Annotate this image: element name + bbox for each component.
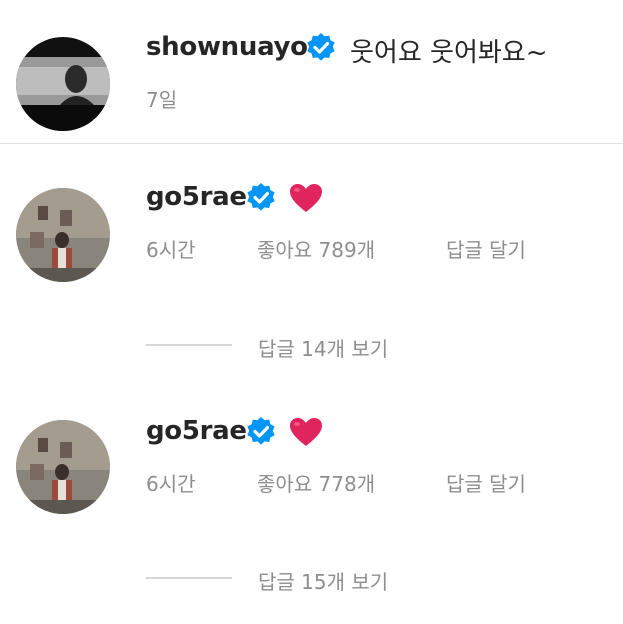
view-replies-button[interactable]: 답글 14개 보기	[258, 333, 388, 362]
avatar-image	[16, 420, 110, 514]
heart-emoji-icon	[290, 184, 322, 212]
verified-badge-icon	[307, 33, 335, 61]
view-replies-button[interactable]: 답글 15개 보기	[258, 566, 388, 595]
heart-emoji-icon	[290, 418, 322, 446]
avatar[interactable]	[16, 37, 110, 131]
caption-timestamp: 7일	[146, 88, 178, 112]
comment-row: go5rae 6시간 좋아요 778개 답글 달기 답글 15개 보기	[0, 374, 623, 624]
avatar[interactable]	[16, 188, 110, 282]
avatar-image	[16, 37, 110, 131]
likes-count[interactable]: 좋아요 778개	[257, 468, 375, 497]
replies-divider-line	[146, 344, 232, 346]
reply-button[interactable]: 답글 달기	[446, 468, 526, 497]
caption-row: shownuayo 웃어요 웃어봐요~ 7일	[0, 0, 623, 143]
avatar[interactable]	[16, 420, 110, 514]
comment-username[interactable]: go5rae	[146, 416, 247, 446]
verified-badge-icon	[247, 417, 275, 445]
replies-divider-line	[146, 577, 232, 579]
comment-timestamp: 6시간	[146, 472, 196, 496]
likes-count[interactable]: 좋아요 789개	[257, 234, 375, 263]
caption-text: 웃어요 웃어봐요~	[350, 38, 548, 68]
caption-username[interactable]: shownuayo	[146, 32, 308, 62]
comment-row: go5rae 6시간 좋아요 789개 답글 달기 답글 14개 보기	[0, 144, 623, 374]
comment-timestamp: 6시간	[146, 238, 196, 262]
avatar-image	[16, 188, 110, 282]
reply-button[interactable]: 답글 달기	[446, 234, 526, 263]
comment-username[interactable]: go5rae	[146, 182, 247, 212]
verified-badge-icon	[247, 183, 275, 211]
